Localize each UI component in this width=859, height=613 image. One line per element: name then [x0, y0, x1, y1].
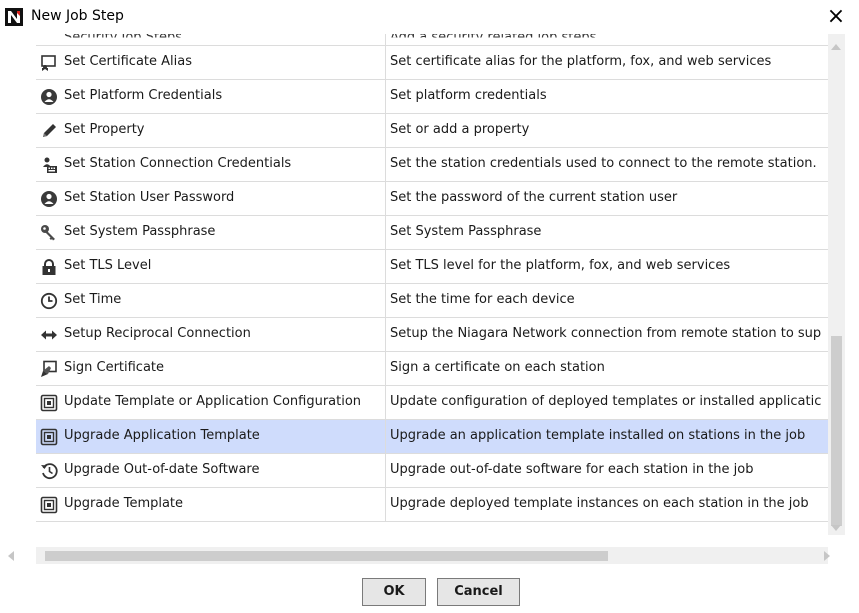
table-row[interactable]: Set Station User Password Set the passwo… — [36, 182, 828, 216]
horizontal-scroll-thumb[interactable] — [45, 551, 608, 561]
row-description: Update configuration of deployed templat… — [390, 394, 822, 409]
window-title: New Job Step — [31, 8, 124, 24]
double-arrow-icon — [41, 330, 57, 340]
row-name: Set TLS Level — [64, 258, 152, 273]
table-row[interactable]: Set Platform Credentials Set platform cr… — [36, 80, 828, 114]
horizontal-scrollbar[interactable] — [8, 547, 830, 564]
row-description: Set certificate alias for the platform, … — [390, 54, 772, 69]
row-name: Set Property — [64, 122, 145, 137]
table-row[interactable]: Sign Certificate Sign a certificate on e… — [36, 352, 828, 386]
row-name: Sign Certificate — [64, 360, 165, 375]
row-name: Upgrade Template — [64, 496, 184, 511]
certificate-icon — [41, 55, 56, 71]
sign-certificate-icon — [41, 360, 57, 377]
scroll-up-icon[interactable] — [831, 44, 841, 50]
ok-button[interactable]: OK — [362, 578, 426, 606]
user-circle-icon — [41, 89, 57, 105]
row-name: Set System Passphrase — [64, 224, 216, 239]
row-description: Sign a certificate on each station — [390, 360, 605, 375]
row-name: Set Time — [64, 292, 122, 307]
title-bar: New Job Step × — [0, 0, 859, 34]
table-row[interactable]: Security Job Steps Add a security relate… — [36, 34, 828, 46]
vertical-scroll-thumb[interactable] — [831, 336, 842, 526]
row-description: Set the password of the current station … — [390, 190, 678, 205]
row-name: Upgrade Application Template — [64, 428, 260, 443]
template-icon — [40, 496, 58, 514]
clock-icon — [40, 292, 58, 310]
row-description: Upgrade out-of-date software for each st… — [390, 462, 754, 477]
row-description: Setup the Niagara Network connection fro… — [390, 326, 822, 341]
row-description: Upgrade an application template installe… — [390, 428, 806, 443]
row-description: Set TLS level for the platform, fox, and… — [390, 258, 731, 273]
row-name: Set Platform Credentials — [64, 88, 223, 103]
row-name: Setup Reciprocal Connection — [64, 326, 251, 341]
niagara-logo-icon — [5, 8, 23, 26]
row-name: Set Station User Password — [64, 190, 235, 205]
row-description: Add a security related job steps — [390, 34, 597, 45]
row-name: Upgrade Out-of-date Software — [64, 462, 260, 477]
row-name: Security Job Steps — [64, 34, 183, 45]
row-name: Update Template or Application Configura… — [64, 394, 362, 409]
table-row-selected[interactable]: Upgrade Application Template Upgrade an … — [36, 420, 828, 454]
table-row[interactable]: Set Station Connection Credentials Set t… — [36, 148, 828, 182]
row-description: Set platform credentials — [390, 88, 547, 103]
scroll-left-icon[interactable] — [8, 551, 14, 561]
template-icon — [40, 428, 58, 446]
close-button[interactable]: × — [823, 4, 849, 30]
table-row[interactable]: Set Property Set or add a property — [36, 114, 828, 148]
history-icon — [41, 463, 58, 480]
scroll-down-icon[interactable] — [831, 525, 841, 531]
row-description: Set or add a property — [390, 122, 530, 137]
row-description: Set System Passphrase — [390, 224, 542, 239]
table-row[interactable]: Upgrade Out-of-date Software Upgrade out… — [36, 454, 828, 488]
table-row[interactable]: Set Certificate Alias Set certificate al… — [36, 46, 828, 80]
cancel-button[interactable]: Cancel — [437, 578, 520, 606]
table-row[interactable]: Setup Reciprocal Connection Setup the Ni… — [36, 318, 828, 352]
template-icon — [40, 394, 58, 412]
vertical-scrollbar[interactable] — [828, 34, 845, 535]
user-circle-icon — [41, 191, 57, 207]
table-row[interactable]: Set System Passphrase Set System Passphr… — [36, 216, 828, 250]
table-row[interactable]: Set TLS Level Set TLS level for the plat… — [36, 250, 828, 284]
job-step-table: Security Job Steps Add a security relate… — [36, 34, 828, 535]
scroll-right-icon[interactable] — [824, 551, 830, 561]
row-description: Upgrade deployed template instances on e… — [390, 496, 809, 511]
user-keyboard-icon — [43, 157, 57, 173]
table-row[interactable]: Set Time Set the time for each device — [36, 284, 828, 318]
row-name: Set Certificate Alias — [64, 54, 192, 69]
row-name: Set Station Connection Credentials — [64, 156, 292, 171]
key-icon — [41, 225, 55, 241]
row-description: Set the time for each device — [390, 292, 575, 307]
pencil-icon — [43, 124, 56, 137]
lock-icon — [42, 259, 56, 275]
table-row[interactable]: Upgrade Template Upgrade deployed templa… — [36, 488, 828, 522]
row-description: Set the station credentials used to conn… — [390, 156, 817, 171]
table-row[interactable]: Update Template or Application Configura… — [36, 386, 828, 420]
